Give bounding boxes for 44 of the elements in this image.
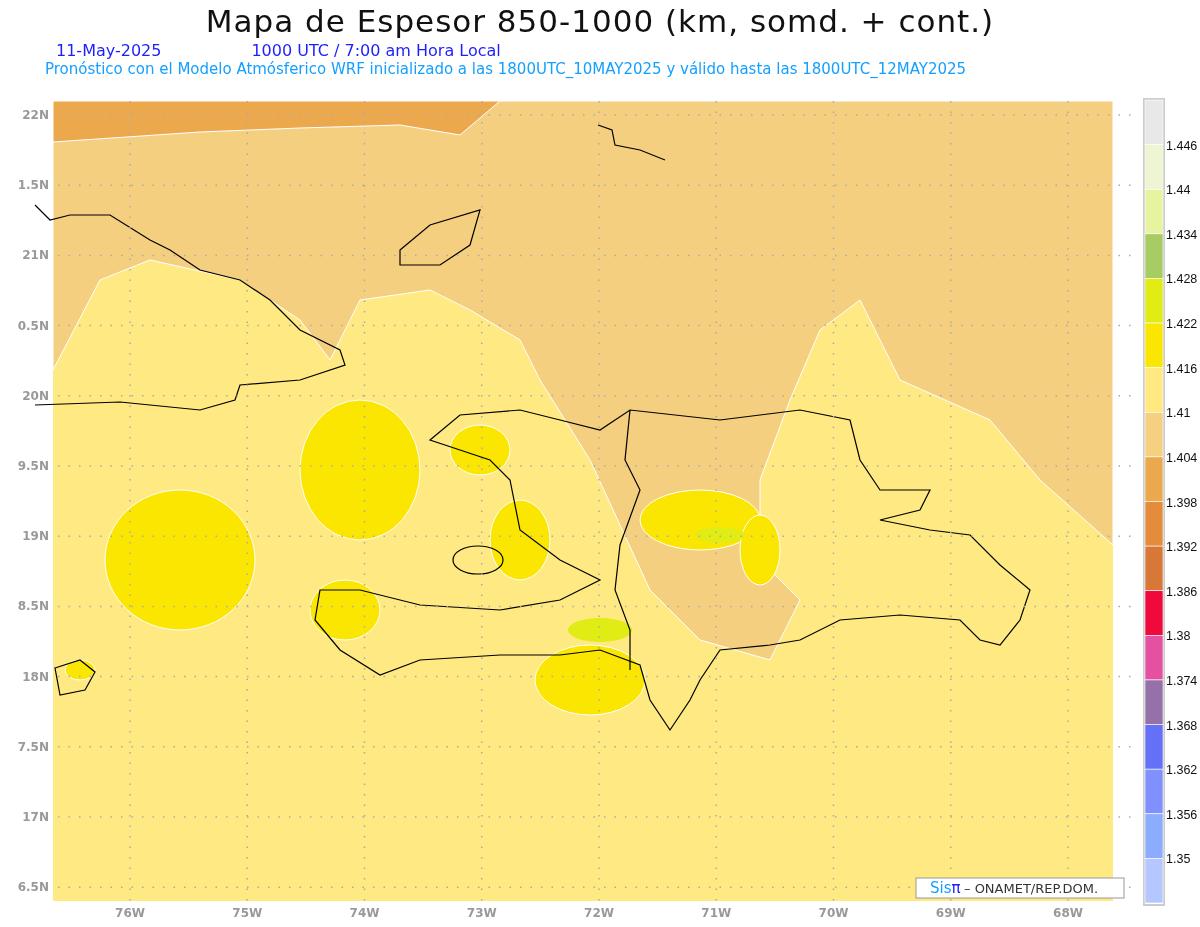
longitude-label: 68W (1053, 906, 1083, 920)
latitude-label: 6.5N (17, 880, 49, 895)
longitude-label: 76W (115, 906, 145, 920)
latitude-label: 20N (22, 388, 49, 403)
latitude-label: 1.5N (17, 178, 49, 193)
colorbar-label: 1.356 (1166, 807, 1198, 822)
logo-text: Sisπ (930, 879, 961, 897)
date-text: 11-May-2025 (56, 42, 162, 60)
longitude-label: 70W (818, 906, 849, 920)
colorbar-label: 1.392 (1166, 540, 1198, 555)
latitude-label: 7.5N (17, 739, 49, 754)
colorbar-label: 1.362 (1166, 763, 1198, 778)
map-title: Mapa de Espesor 850-1000 (km, somd. + cont.) (204, 2, 996, 37)
credit-text: – ONAMET/REP.DOM. (964, 881, 1099, 896)
colorbar-label: 1.368 (1166, 718, 1198, 733)
longitude-label: 69W (935, 906, 966, 920)
latitude-label: 0.5N (17, 318, 49, 333)
colorbar-label: 1.374 (1166, 673, 1198, 688)
longitude-label: 75W (232, 906, 263, 920)
colorbar-label: 1.434 (1166, 227, 1198, 242)
forecast-text: Pronóstico con el Modelo Atmósferico WRF inicializado a las 1800UTC_10MAY2025 y válido hasta las 1800UTC_12MAY2025 (44, 59, 968, 78)
time-text: 1000 UTC / 7:00 am Hora Local (251, 42, 501, 60)
longitude-label: 71W (701, 906, 732, 920)
colorbar-label: 1.38 (1166, 629, 1191, 644)
latitude-label: 21N (22, 248, 49, 263)
longitude-label: 74W (349, 906, 380, 920)
colorbar-label: 1.428 (1166, 272, 1198, 287)
colorbar-label: 1.398 (1166, 495, 1198, 510)
latitude-label: 22N (22, 108, 49, 122)
latitude-label: 8.5N (17, 599, 49, 614)
latitude-label: 17N (22, 810, 49, 824)
latitude-label: 9.5N (17, 459, 49, 473)
colorbar-label: 1.422 (1166, 317, 1198, 332)
colorbar-label: 1.44 (1166, 183, 1191, 198)
latitude-label: 18N (22, 669, 49, 684)
longitude-label: 73W (466, 906, 497, 920)
longitude-label: 72W (584, 906, 614, 920)
colorbar-label: 1.386 (1166, 584, 1198, 599)
latitude-label: 19N (22, 529, 49, 544)
colorbar-label: 1.41 (1166, 406, 1191, 421)
colorbar-label: 1.404 (1166, 450, 1198, 465)
colorbar-label: 1.35 (1166, 852, 1191, 867)
colorbar-label: 1.446 (1166, 138, 1198, 153)
colorbar-label: 1.416 (1166, 361, 1198, 376)
